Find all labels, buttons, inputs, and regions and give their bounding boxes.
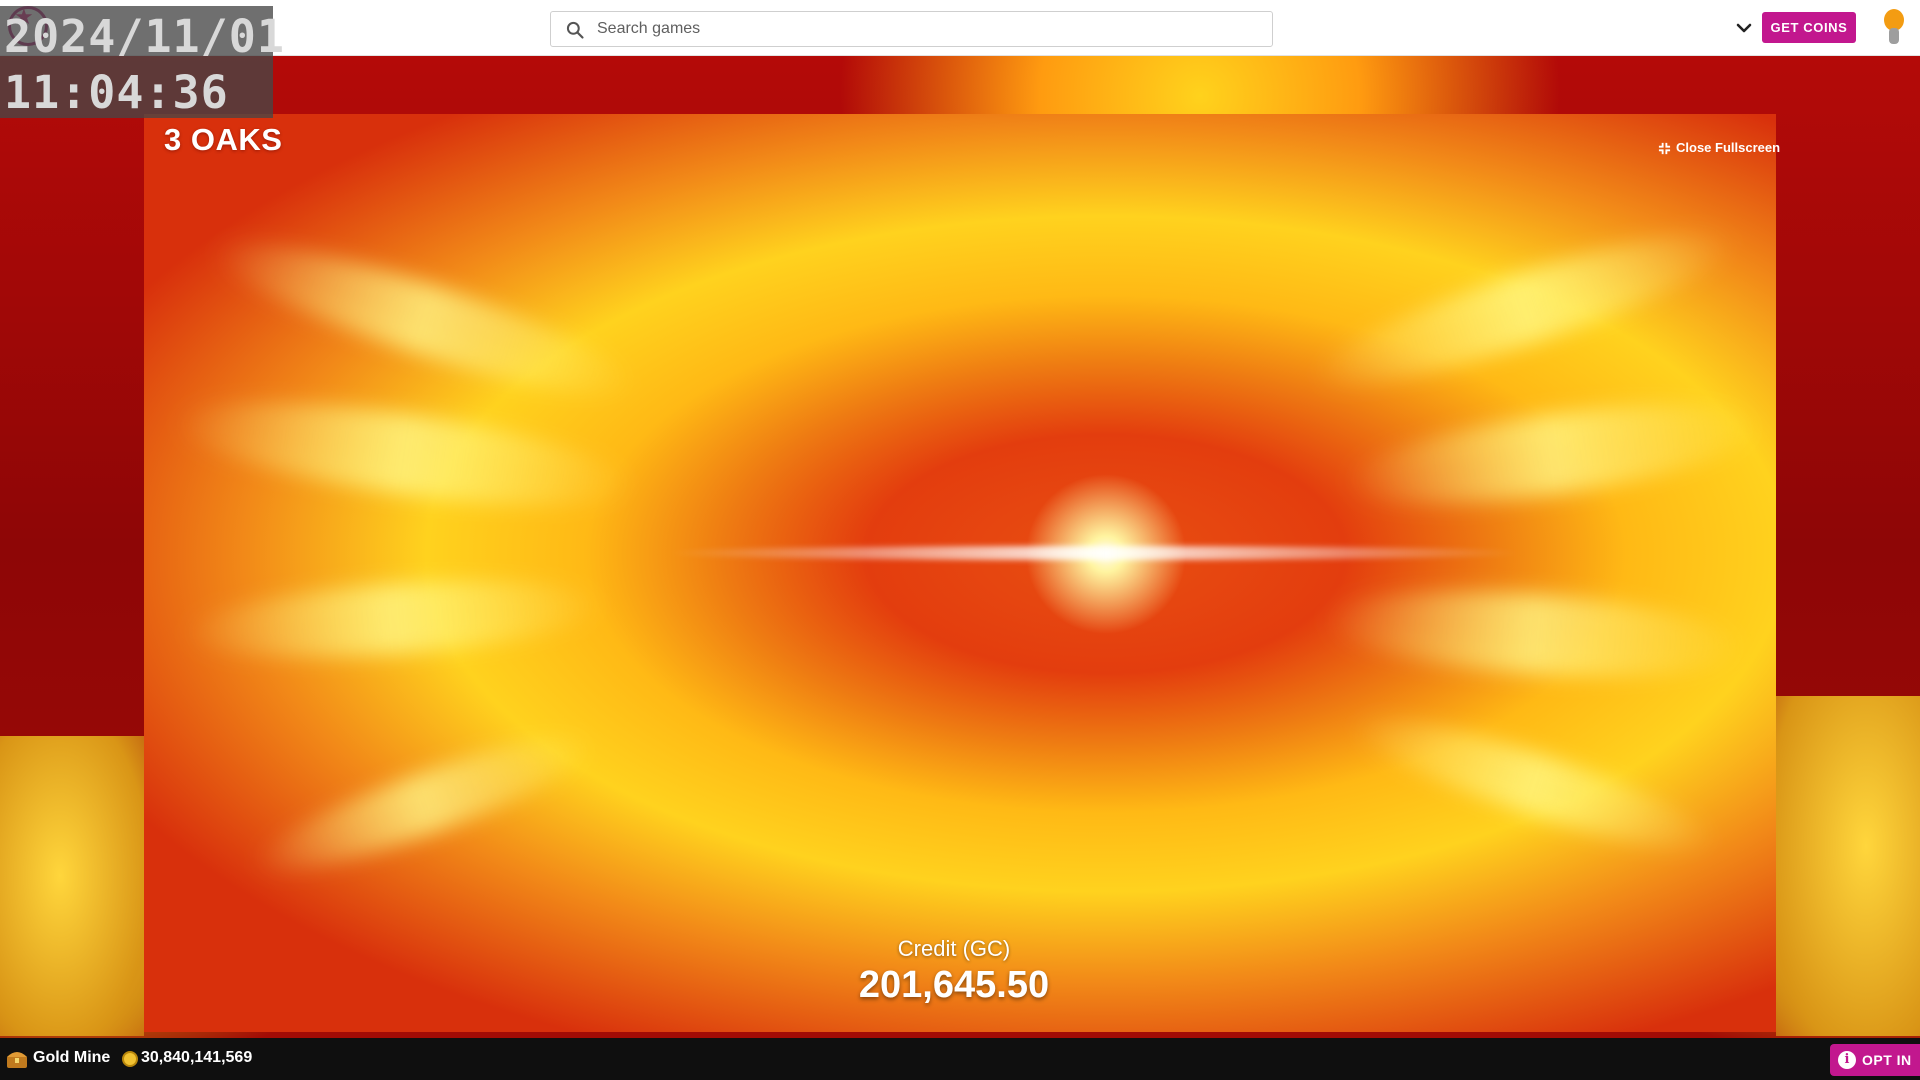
search-input[interactable] (597, 13, 1257, 45)
credit-value: 201,645.50 (858, 964, 1050, 1006)
opt-in-button[interactable]: i OPT IN (1830, 1044, 1920, 1076)
overlay-time: 11:04:36 (4, 66, 229, 119)
light-ray (1344, 696, 1724, 872)
coins-pile-right (1776, 696, 1920, 1036)
coins-pile-left (0, 736, 144, 1036)
coin-balance: 30,840,141,569 (141, 1049, 253, 1066)
light-ray (1303, 207, 1745, 411)
light-flare (664, 546, 1524, 560)
top-bar: ★ GET COINS (0, 0, 1920, 56)
info-icon: i (1838, 1051, 1856, 1069)
search-icon (566, 21, 584, 39)
chest-icon (7, 1052, 27, 1068)
coin-icon (122, 1051, 138, 1067)
search-box[interactable] (550, 11, 1273, 47)
game-canvas[interactable]: 3 OAKS Credit (GC) 201,645.50 (144, 114, 1776, 1032)
overlay-date: 2024/11/01 (4, 10, 285, 63)
lightbulb-icon[interactable] (1882, 8, 1906, 48)
light-ray (244, 714, 604, 894)
close-fullscreen-label: Close Fullscreen (1676, 140, 1781, 155)
get-coins-button[interactable]: GET COINS (1762, 12, 1856, 43)
light-ray (182, 569, 606, 669)
gold-mine-label[interactable]: Gold Mine (33, 1049, 110, 1067)
credit-display: Credit (GC) 201,645.50 (794, 936, 1114, 1007)
light-ray (1321, 579, 1747, 689)
light-ray (1340, 385, 1768, 523)
credit-label: Credit (GC) (897, 936, 1011, 961)
opt-in-label: OPT IN (1862, 1052, 1912, 1068)
bottom-bar: Gold Mine 30,840,141,569 i OPT IN (0, 1038, 1920, 1080)
light-ray (203, 217, 645, 421)
provider-logo: 3 OAKS (164, 122, 283, 157)
timestamp-overlay: 2024/11/01 11:04:36 (0, 6, 284, 119)
collapse-icon (1658, 142, 1671, 155)
chevron-down-icon[interactable] (1732, 16, 1756, 40)
light-ray (170, 382, 638, 526)
